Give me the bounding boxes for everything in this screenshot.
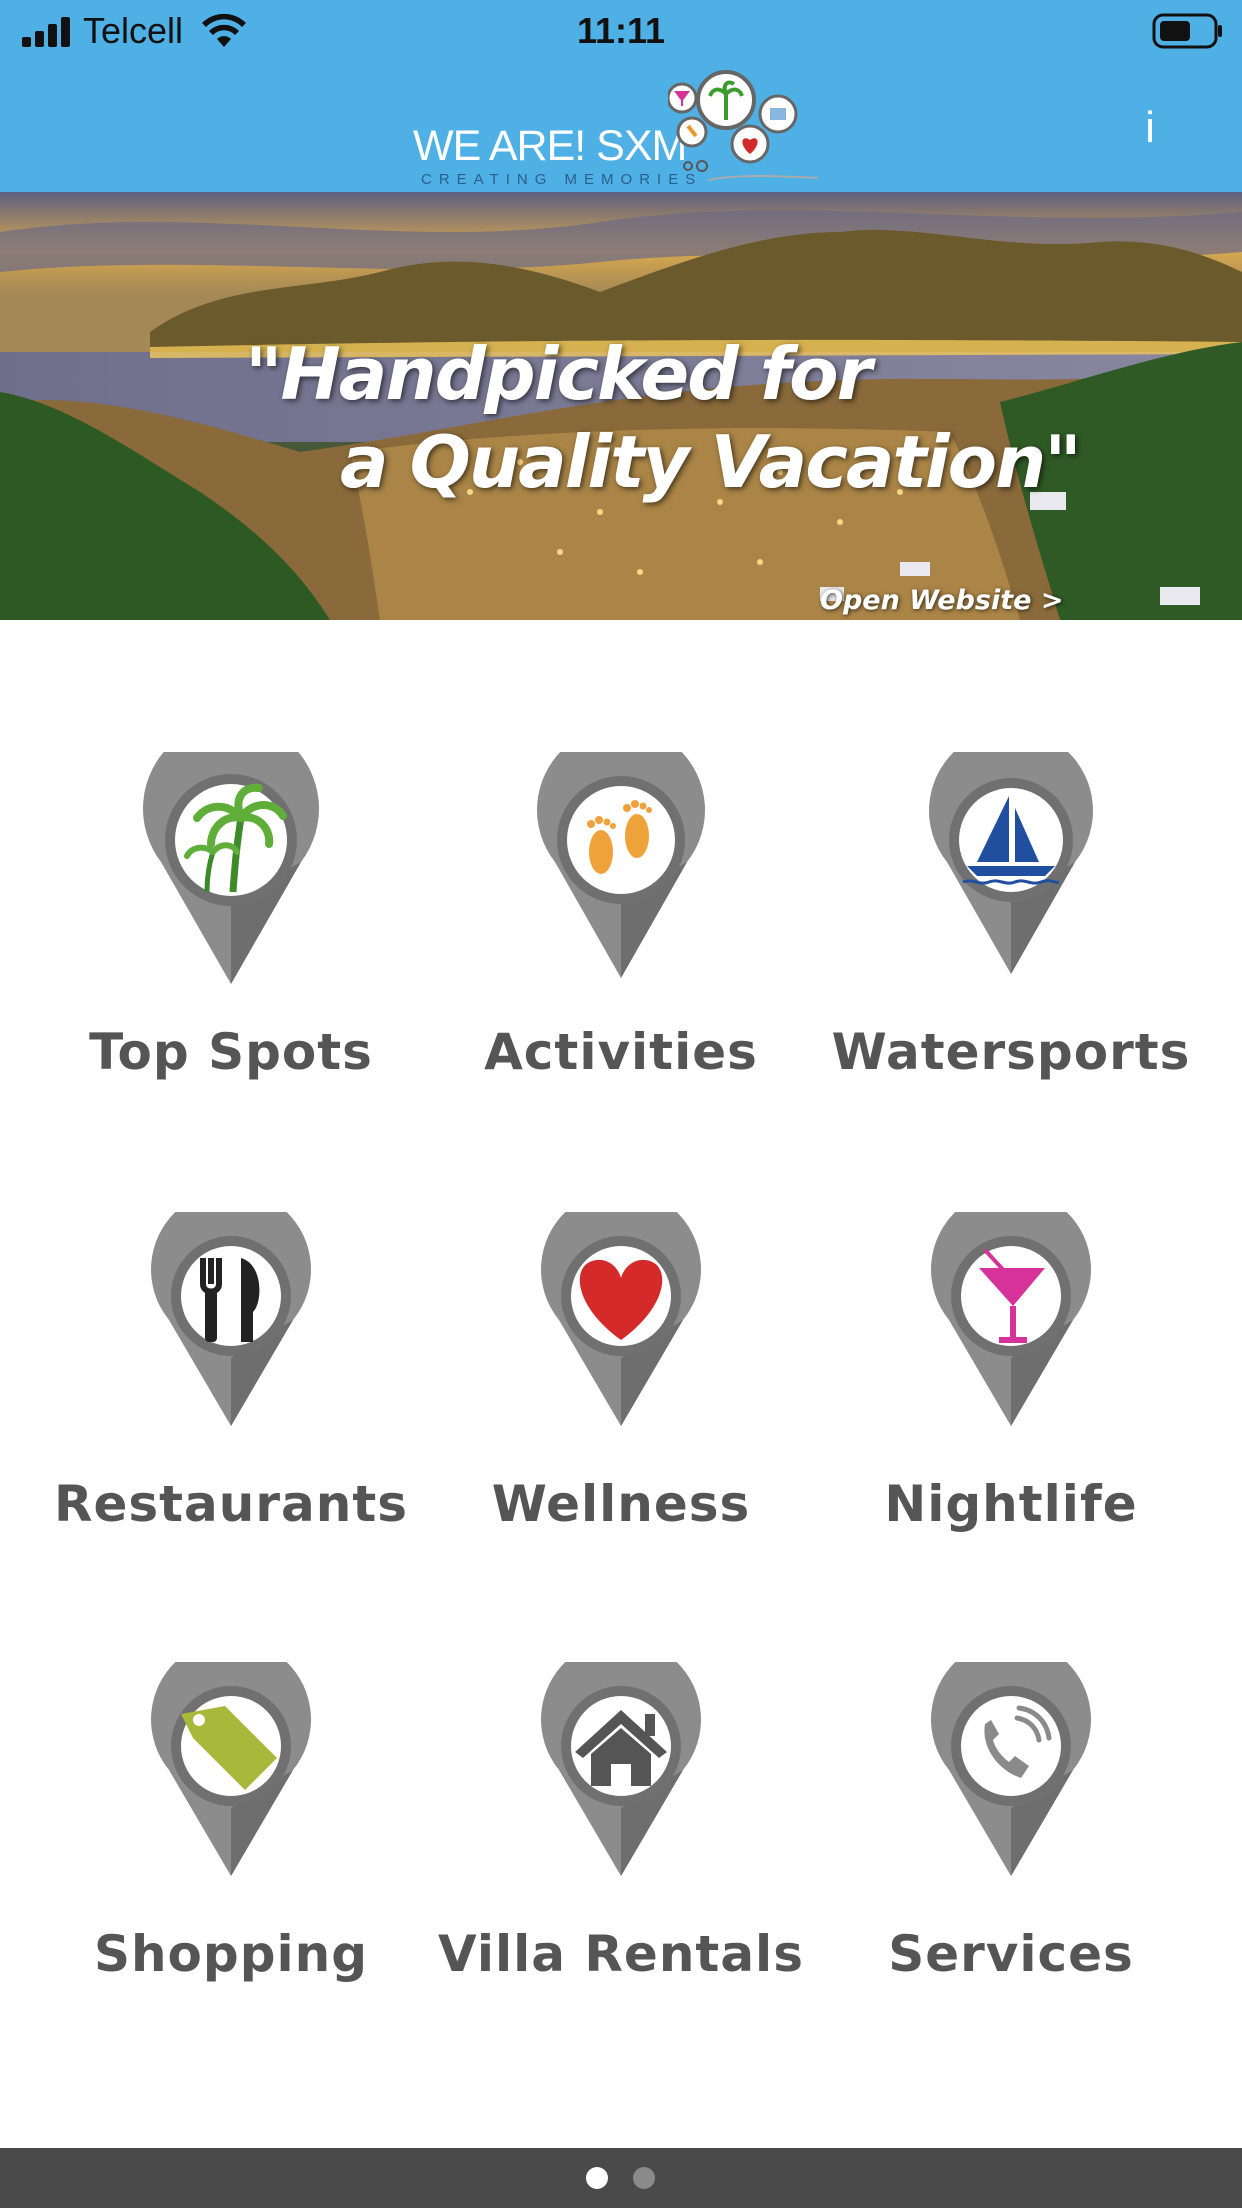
logo-tagline: CREATING MEMORIES <box>421 171 703 188</box>
sailboat-icon <box>929 752 1093 974</box>
category-label: Nightlife <box>884 1475 1138 1533</box>
logo-text: WE ARE! SXM <box>413 122 687 170</box>
price-tag-icon <box>151 1662 311 1876</box>
footprints-icon <box>537 752 705 978</box>
category-label: Shopping <box>93 1925 369 1983</box>
category-label: Wellness <box>491 1475 751 1533</box>
category-nightlife[interactable]: Nightlife <box>816 1212 1206 1572</box>
app-header: WE ARE! SXM CREATING MEMORIES i <box>0 64 1242 192</box>
page-dot-2[interactable] <box>633 2167 655 2189</box>
banner-headline-line1: "Handpicked for <box>245 332 872 416</box>
hero-banner[interactable]: "Handpicked for a Quality Vacation" Open… <box>0 192 1242 620</box>
info-button[interactable]: i <box>1130 96 1170 160</box>
cocktail-icon <box>931 1212 1091 1426</box>
category-label: Watersports <box>831 1023 1191 1081</box>
category-restaurants[interactable]: Restaurants <box>36 1212 426 1572</box>
palm-tree-icon <box>143 752 319 984</box>
category-wellness[interactable]: Wellness <box>426 1212 816 1572</box>
heart-icon <box>541 1212 701 1426</box>
category-shopping[interactable]: Shopping <box>36 1662 426 2022</box>
page-indicator-bar <box>0 2148 1242 2208</box>
category-label: Services <box>888 1925 1134 1983</box>
phone-icon <box>931 1662 1091 1876</box>
category-watersports[interactable]: Watersports <box>816 752 1206 1112</box>
house-icon <box>541 1662 701 1876</box>
category-villa-rentals[interactable]: Villa Rentals <box>426 1662 816 2022</box>
status-bar: Telcell 11:11 <box>0 0 1242 64</box>
category-top-spots[interactable]: Top Spots <box>36 752 426 1112</box>
app-logo[interactable]: WE ARE! SXM CREATING MEMORIES <box>410 70 830 190</box>
logo-pins-icon <box>668 70 818 181</box>
category-label: Villa Rentals <box>438 1925 804 1983</box>
category-activities[interactable]: Activities <box>426 752 816 1112</box>
category-services[interactable]: Services <box>816 1662 1206 2022</box>
clock: 11:11 <box>576 10 666 51</box>
page-dot-1-active[interactable] <box>586 2167 608 2189</box>
open-website-link[interactable]: Open Website > <box>820 586 1063 616</box>
category-label: Restaurants <box>53 1475 409 1533</box>
category-label: Top Spots <box>89 1023 373 1081</box>
banner-headline-line2: a Quality Vacation" <box>340 420 1082 504</box>
category-label: Activities <box>484 1023 758 1081</box>
battery-icon <box>1152 13 1222 49</box>
fork-knife-icon <box>151 1212 311 1426</box>
